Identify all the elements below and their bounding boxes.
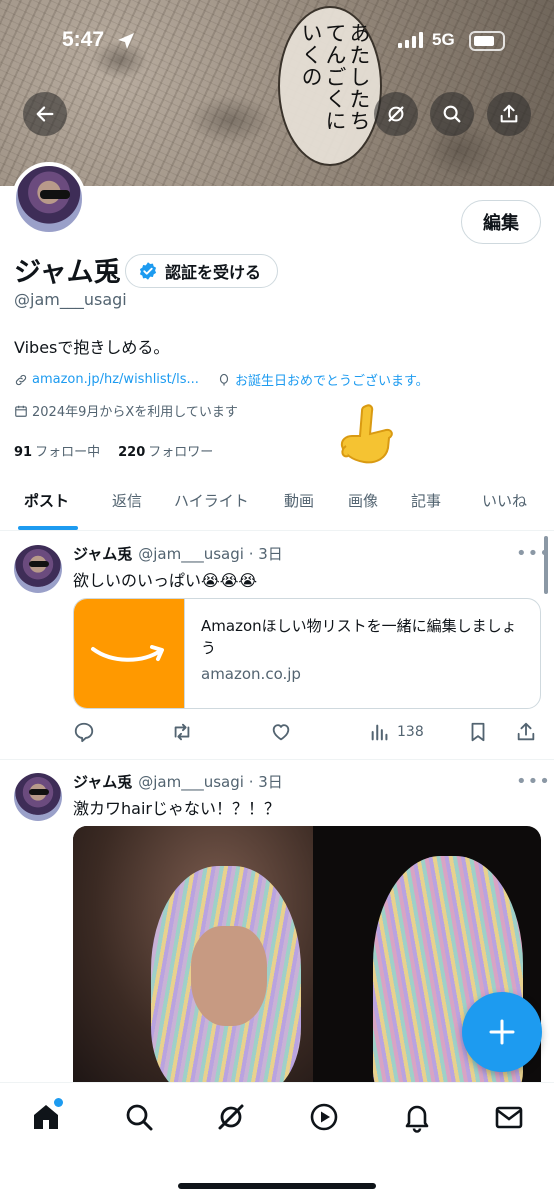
home-notification-dot [54,1098,63,1107]
view-count: 138 [397,724,424,740]
back-button[interactable] [23,92,67,136]
grok-icon [218,1104,244,1130]
search-button[interactable] [430,92,474,136]
post-avatar[interactable] [14,545,62,593]
join-date: 2024年9月からXを利用しています [32,405,238,420]
get-verified-button[interactable]: 認証を受ける [125,254,279,288]
views-chart-icon [371,724,388,741]
following-count: 91 [14,445,33,460]
tab-videos[interactable]: 動画 [284,490,314,511]
repost-icon [174,723,190,741]
pointing-hand-sticker [340,404,393,464]
grok-icon [388,106,404,122]
post-avatar[interactable] [14,773,62,821]
like-button[interactable] [270,720,294,744]
profile-avatar[interactable] [12,162,86,236]
calendar-icon [15,405,27,417]
signal-icon [398,32,423,48]
following-link[interactable]: 91 フォロー中 [14,441,100,460]
plus-icon [489,1019,515,1045]
post-handle-time: @jam___usagi · 3日 [138,545,283,563]
share-post-button[interactable] [515,720,539,744]
post-author-name[interactable]: ジャム兎 [73,543,132,564]
link-icon [15,374,27,385]
repost-button[interactable] [171,720,195,744]
card-domain: amazon.co.jp [201,665,301,683]
status-bar: 5:47 5G [0,0,554,80]
grok-button[interactable] [374,92,418,136]
status-time: 5:47 [62,28,105,51]
reply-button[interactable] [73,720,97,744]
compose-post-button[interactable] [462,992,542,1072]
post-text: 欲しいのいっぱい😭😭😭 [73,571,258,590]
post-text: 激カワhairじゃない！？！？ [73,799,280,818]
heart-icon [272,724,290,741]
share-icon [500,104,518,123]
profile-meta-row: amazon.jp/hz/wishlist/ls... お誕生日おめでとうござい… [14,370,429,389]
following-label: フォロー中 [35,445,101,460]
battery-icon [469,31,505,51]
search-icon [126,1104,153,1131]
follow-stats: 91 フォロー中 220 フォロワー [14,441,213,460]
tab-images[interactable]: 画像 [348,490,378,511]
tab-posts[interactable]: ポスト [24,490,69,511]
post-actions: 138 [73,716,543,748]
followers-link[interactable]: 220 フォロワー [118,441,213,460]
get-verified-label: 認証を受ける [165,263,262,282]
active-tab-indicator [18,526,78,530]
profile-bio: Vibesで抱きしめる。 [14,338,170,357]
profile-tabs: ポスト 返信 ハイライト 動画 画像 記事 いいね [0,476,554,531]
website-link[interactable]: amazon.jp/hz/wishlist/ls... [32,372,199,387]
avatar-sunglasses [29,789,49,795]
network-type: 5G [432,30,455,49]
tab-likes[interactable]: いいね [482,490,527,511]
share-icon [517,722,535,741]
tab-highlights[interactable]: ハイライト [174,490,249,511]
reply-icon [74,722,94,743]
share-button[interactable] [487,92,531,136]
bookmark-button[interactable] [467,720,491,744]
home-indicator [178,1183,376,1189]
profile-handle: @jam___usagi [14,290,127,309]
views-button[interactable]: 138 [369,720,449,744]
birthday-text[interactable]: お誕生日おめでとうございます。 [235,370,429,389]
bookmark-icon [471,722,485,742]
avatar-sunglasses [40,190,70,199]
scrollbar[interactable] [544,536,548,594]
tab-replies[interactable]: 返信 [112,490,142,511]
search-icon [443,105,461,123]
location-arrow-icon [118,33,134,49]
post-more-button[interactable]: ••• [516,771,551,792]
post-author-name[interactable]: ジャム兎 [73,771,132,792]
balloon-icon [219,373,229,386]
nav-notifications[interactable] [401,1101,433,1133]
nav-grok[interactable] [215,1101,247,1133]
nav-messages[interactable] [493,1101,525,1133]
post-header: ジャム兎 @jam___usagi · 3日 [73,771,283,792]
followers-count: 220 [118,445,146,460]
avatar-sunglasses [29,561,49,567]
mail-icon [495,1106,523,1129]
tab-articles[interactable]: 記事 [411,490,441,511]
photo-face [191,926,267,1026]
edit-profile-button[interactable]: 編集 [461,200,541,244]
post-handle-time: @jam___usagi · 3日 [138,773,283,791]
display-name: ジャム兎 [14,257,121,288]
post-header: ジャム兎 @jam___usagi · 3日 [73,543,283,564]
link-preview-card[interactable]: Amazonほしい物リストを一緒に編集しましょう amazon.co.jp [73,598,541,709]
amazon-smile-icon [91,645,164,662]
nav-search[interactable] [123,1101,155,1133]
join-date-row: 2024年9月からXを利用しています [14,401,238,420]
card-title: Amazonほしい物リストを一緒に編集しましょう [201,617,517,657]
video-icon [310,1103,338,1131]
amazon-logo-thumbnail [74,599,185,708]
post-divider [0,759,554,760]
nav-video[interactable] [308,1101,340,1133]
followers-label: フォロワー [148,445,214,460]
verified-badge-icon [139,262,157,280]
bell-icon [405,1105,429,1133]
arrow-left-icon [36,106,54,122]
